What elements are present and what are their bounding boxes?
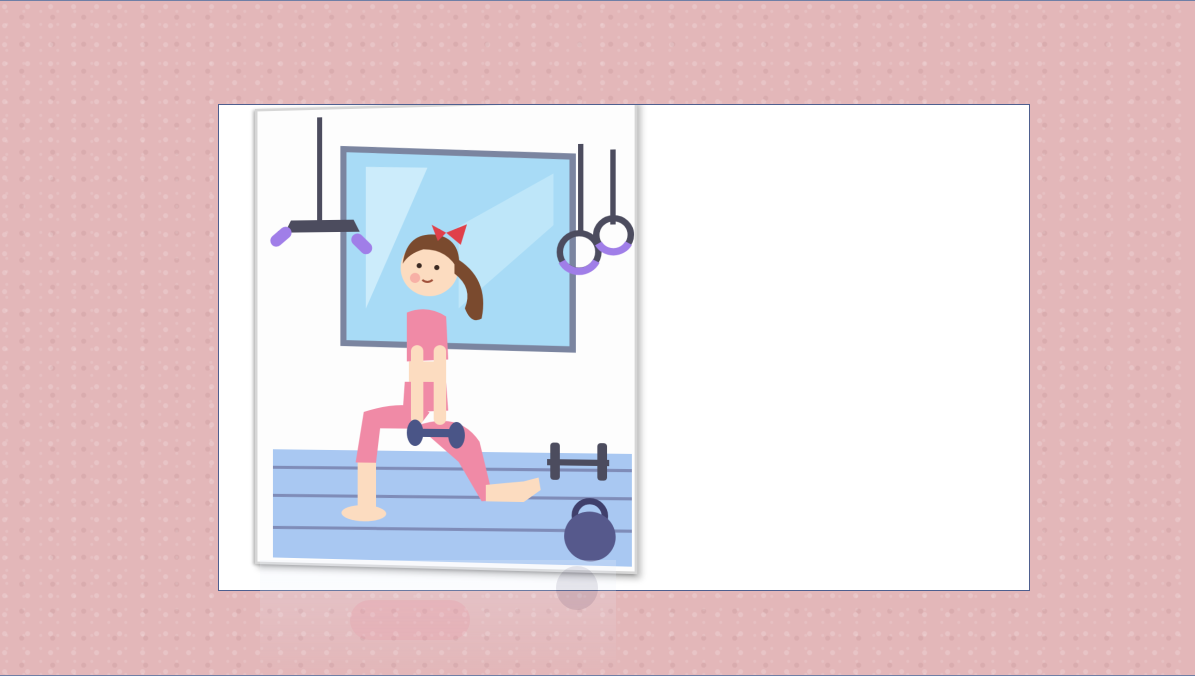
picture-frame[interactable] (255, 105, 637, 574)
window-icon (343, 144, 572, 349)
slide-canvas[interactable] (218, 104, 1030, 591)
figure-reflection (350, 600, 470, 640)
kettlebell-reflection (556, 566, 598, 610)
picture-reflection (260, 560, 616, 676)
fitness-illustration (255, 105, 637, 574)
